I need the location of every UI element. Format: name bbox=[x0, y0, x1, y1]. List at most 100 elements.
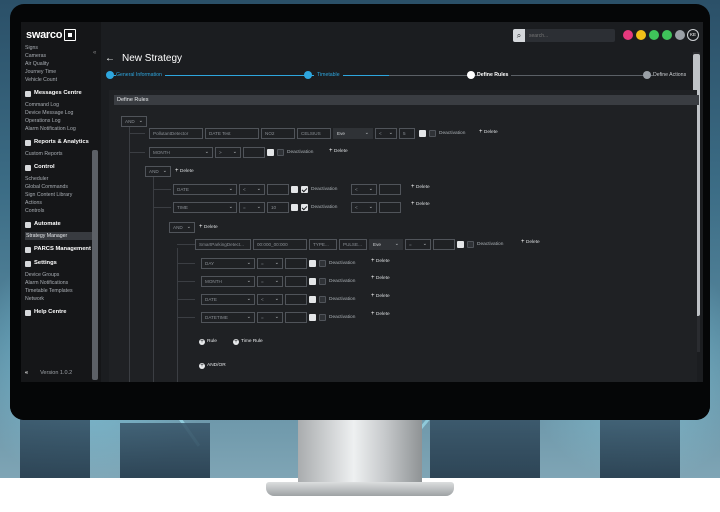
checkbox[interactable] bbox=[309, 296, 316, 303]
step-dot-timetable[interactable] bbox=[304, 71, 312, 79]
brand-logo[interactable]: swarco bbox=[26, 27, 77, 43]
sidebar-item[interactable]: Sign Content Library bbox=[25, 191, 97, 199]
delete-button[interactable]: + Delete bbox=[329, 147, 348, 156]
group-operator-select[interactable]: AND ⌄ bbox=[169, 222, 195, 233]
checkbox[interactable] bbox=[309, 314, 316, 321]
device-select[interactable]: PollutantDetector bbox=[149, 128, 203, 139]
sidebar-item[interactable]: Cameras bbox=[25, 52, 97, 60]
value-input-2[interactable] bbox=[379, 202, 401, 213]
add-rule-button[interactable]: + Rule bbox=[199, 338, 217, 346]
checkbox[interactable] bbox=[309, 278, 316, 285]
delete-group-button[interactable]: + Delete bbox=[175, 167, 194, 176]
step-dot-define-rules[interactable] bbox=[467, 71, 475, 79]
sidebar-section[interactable]: Settings bbox=[25, 259, 97, 268]
add-and-or-button[interactable]: + AND/OR bbox=[199, 362, 226, 370]
sidebar-item[interactable]: Controls bbox=[25, 207, 97, 215]
deactivation-checkbox[interactable] bbox=[467, 241, 474, 248]
value-input[interactable] bbox=[267, 184, 289, 195]
sidebar-item[interactable]: Signs bbox=[25, 44, 97, 52]
field-select[interactable]: DATE ⌄ bbox=[201, 294, 255, 305]
status-dot-yellow[interactable] bbox=[636, 30, 646, 40]
event-select[interactable]: Eve ⌄ bbox=[333, 128, 373, 139]
comparator-select[interactable]: < ⌄ bbox=[375, 128, 397, 139]
sidebar-item[interactable]: Scheduler bbox=[25, 175, 97, 183]
event-select[interactable]: Eve ⌄ bbox=[369, 239, 403, 250]
value-input-2[interactable] bbox=[379, 184, 401, 195]
delete-button[interactable]: + Delete bbox=[371, 310, 390, 319]
field-select[interactable]: MONTH ⌄ bbox=[201, 276, 255, 287]
delete-button[interactable]: + Delete bbox=[479, 128, 498, 137]
sidebar-item[interactable]: Device Groups bbox=[25, 271, 97, 279]
metric-select[interactable]: NO2 bbox=[261, 128, 295, 139]
sidebar-section[interactable]: Messages Centre bbox=[25, 89, 97, 98]
pulse-select[interactable]: PULSE... bbox=[339, 239, 367, 250]
deactivation-checkbox[interactable] bbox=[319, 296, 326, 303]
type-select[interactable]: TYPE... bbox=[309, 239, 337, 250]
add-time-rule-button[interactable]: + Time Rule bbox=[233, 338, 263, 346]
sidebar-item[interactable]: Actions bbox=[25, 199, 97, 207]
sidebar-collapse-icon[interactable]: « bbox=[93, 50, 96, 56]
delete-button[interactable]: + Delete bbox=[371, 274, 390, 283]
checkbox[interactable] bbox=[291, 186, 298, 193]
sidebar-scrollbar[interactable] bbox=[92, 150, 98, 380]
step-dot-define-actions[interactable] bbox=[643, 71, 651, 79]
comparator-select[interactable]: = ⌄ bbox=[257, 312, 283, 323]
deactivation-checkbox[interactable] bbox=[319, 314, 326, 321]
sidebar-item[interactable]: Journey Time bbox=[25, 68, 97, 76]
deactivation-checkbox[interactable] bbox=[429, 130, 436, 137]
deactivation-checkbox-checked[interactable] bbox=[301, 204, 308, 211]
comparator-select[interactable]: < ⌄ bbox=[239, 184, 265, 195]
status-dot-grey[interactable] bbox=[675, 30, 685, 40]
field-select[interactable]: MONTH ⌄ bbox=[149, 147, 213, 158]
step-label-timetable[interactable]: Timetable bbox=[314, 71, 343, 79]
value-input[interactable]: 5 bbox=[399, 128, 415, 139]
comparator-select-2[interactable]: < ⌄ bbox=[351, 184, 377, 195]
user-avatar[interactable]: KE bbox=[687, 29, 699, 41]
field-select[interactable]: DATETIME ⌄ bbox=[201, 312, 255, 323]
deactivation-checkbox[interactable] bbox=[319, 278, 326, 285]
step-label-general[interactable]: General Information bbox=[116, 71, 165, 79]
group-operator-select[interactable]: AND ⌄ bbox=[145, 166, 171, 177]
status-dot-pink[interactable] bbox=[623, 30, 633, 40]
checkbox[interactable] bbox=[457, 241, 464, 248]
field-select[interactable]: DATE Test bbox=[205, 128, 259, 139]
sidebar-item[interactable]: Air Quality bbox=[25, 60, 97, 68]
checkbox[interactable] bbox=[267, 149, 274, 156]
sidebar-item[interactable]: Global Commands bbox=[25, 183, 97, 191]
deactivation-checkbox[interactable] bbox=[277, 149, 284, 156]
unit-select[interactable]: CELSIUS bbox=[297, 128, 331, 139]
search-icon[interactable]: ⌕ bbox=[513, 29, 525, 42]
value-input[interactable]: 10 bbox=[267, 202, 289, 213]
time-range-input[interactable]: 00:000_00:000 bbox=[253, 239, 307, 250]
sidebar-item[interactable]: Vehicle Count bbox=[25, 76, 97, 84]
value-input[interactable] bbox=[433, 239, 455, 250]
comparator-select[interactable]: = ⌄ bbox=[257, 276, 283, 287]
checkbox[interactable] bbox=[309, 260, 316, 267]
comparator-select[interactable]: = ⌄ bbox=[257, 258, 283, 269]
deactivation-checkbox[interactable] bbox=[319, 260, 326, 267]
field-select[interactable]: TIME ⌄ bbox=[173, 202, 237, 213]
deactivation-checkbox-checked[interactable] bbox=[301, 186, 308, 193]
status-dot-green-2[interactable] bbox=[662, 30, 672, 40]
comparator-select[interactable]: < ⌄ bbox=[257, 294, 283, 305]
sidebar-section[interactable]: Help Centre bbox=[25, 308, 97, 317]
sidebar-item[interactable]: Alarm Notification Log bbox=[25, 125, 97, 133]
delete-button[interactable]: + Delete bbox=[521, 238, 540, 247]
step-label-define-rules[interactable]: Define Rules bbox=[477, 71, 512, 79]
sidebar-item[interactable]: Operations Log bbox=[25, 117, 97, 125]
delete-button[interactable]: + Delete bbox=[411, 183, 430, 192]
collapse-arrow-icon[interactable]: « bbox=[25, 370, 28, 376]
value-input[interactable] bbox=[243, 147, 265, 158]
sidebar-item[interactable]: Custom Reports bbox=[25, 150, 97, 158]
search-input[interactable] bbox=[525, 32, 611, 39]
delete-button[interactable]: + Delete bbox=[371, 257, 390, 266]
sidebar-section[interactable]: Automate bbox=[25, 220, 97, 229]
comparator-select[interactable]: = ⌄ bbox=[405, 239, 431, 250]
field-select[interactable]: DAY ⌄ bbox=[201, 258, 255, 269]
checkbox[interactable] bbox=[419, 130, 426, 137]
root-operator-select[interactable]: AND ⌄ bbox=[121, 116, 147, 127]
value-input[interactable] bbox=[285, 312, 307, 323]
sidebar-item[interactable]: Strategy Manager bbox=[25, 232, 97, 240]
step-label-define-actions[interactable]: Define Actions bbox=[653, 71, 687, 79]
step-dot-general[interactable] bbox=[106, 71, 114, 79]
